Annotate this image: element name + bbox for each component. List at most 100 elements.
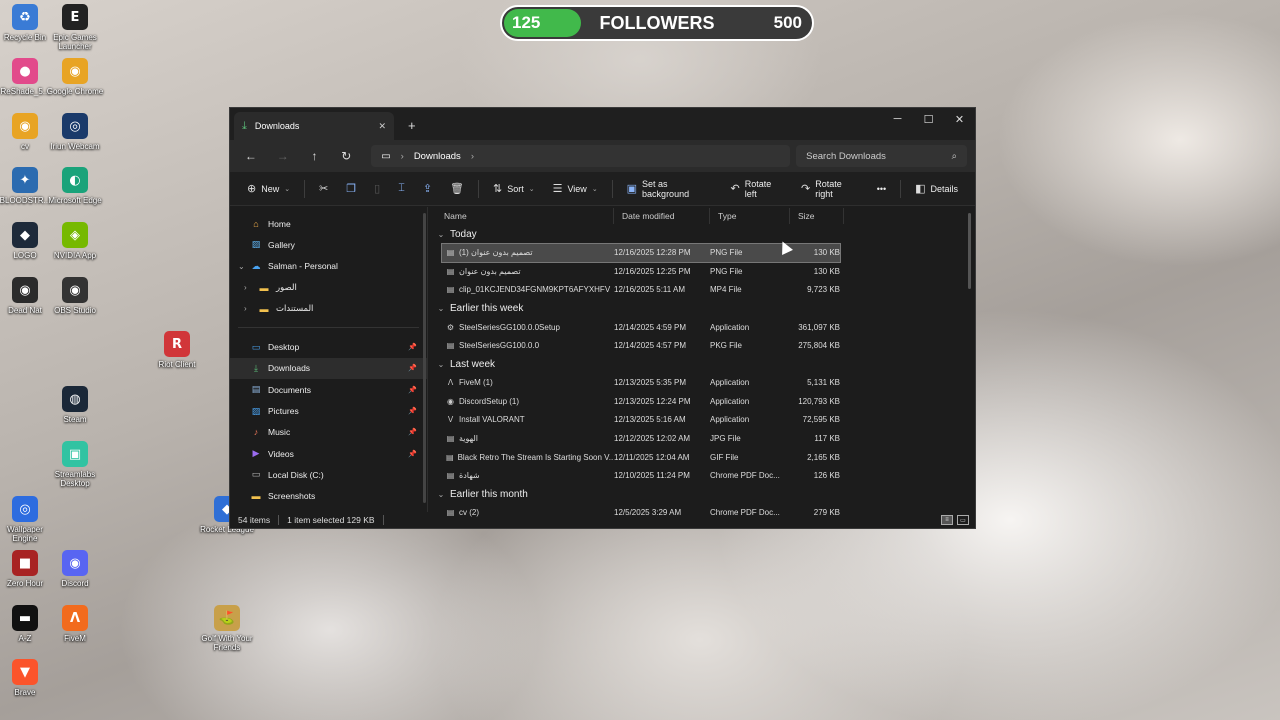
desktop-shortcut[interactable]: ⛳ Golf With Your Friends: [198, 605, 256, 652]
sort-button[interactable]: ⇅ Sort ⌄: [486, 177, 542, 201]
tab-downloads[interactable]: ⤓ Downloads ✕: [234, 112, 394, 140]
new-button[interactable]: ⊕ New ⌄: [240, 177, 297, 201]
desktop-shortcut[interactable]: ◉ Google Chrome: [46, 58, 104, 96]
tiles-view-icon[interactable]: ▭: [957, 515, 969, 525]
desktop-shortcut[interactable]: Λ FiveM: [46, 605, 104, 643]
desktop-shortcut[interactable]: ◐ Microsoft Edge: [46, 167, 104, 205]
file-row[interactable]: ▤ SteelSeriesGG100.0.0 12/14/2025 4:57 PM P…: [442, 336, 840, 355]
share-button[interactable]: ⇪: [416, 177, 439, 201]
address-bar[interactable]: ▭ › Downloads ›: [371, 145, 791, 167]
nav-local-disk[interactable]: ▭ Local Disk (C:): [230, 464, 427, 485]
refresh-icon[interactable]: ↻: [333, 149, 359, 163]
view-button[interactable]: ☰ View ⌄: [546, 177, 605, 201]
nav-documents[interactable]: ▤ Documents 📌: [230, 379, 427, 400]
search-input[interactable]: Search Downloads ⌕: [796, 145, 967, 167]
nav-screenshots[interactable]: ▬ Screenshots: [230, 486, 427, 507]
details-button[interactable]: ◧ Details: [908, 177, 965, 201]
forward-arrow-icon[interactable]: →: [270, 149, 296, 163]
desktop-shortcut[interactable]: ◉ Discord: [46, 550, 104, 588]
new-tab-button[interactable]: +: [408, 118, 416, 133]
nav-folder-pictures-ar[interactable]: › ▬ الصور: [230, 277, 427, 298]
desktop-shortcut[interactable]: ▣ Streamlabs Desktop: [46, 441, 104, 488]
nav-desktop[interactable]: ▭ Desktop 📌: [230, 336, 427, 357]
up-arrow-icon[interactable]: ↑: [302, 149, 328, 163]
nav-onedrive[interactable]: ⌄ ☁ Salman - Personal: [230, 256, 427, 277]
file-row[interactable]: ◉ DiscordSetup (1) 12/13/2025 12:24 PM Appl…: [442, 392, 840, 411]
column-name[interactable]: Name: [436, 208, 614, 224]
rotate-left-button[interactable]: ↶ Rotate left: [724, 177, 790, 201]
documents-icon: ▤: [251, 384, 261, 395]
back-arrow-icon[interactable]: ←: [238, 149, 264, 163]
nav-scrollbar[interactable]: [423, 213, 426, 503]
nav-videos[interactable]: ▶ Videos 📌: [230, 443, 427, 464]
breadcrumb-downloads[interactable]: Downloads: [414, 151, 461, 162]
rename-button[interactable]: ⌶: [391, 177, 412, 201]
file-size: 72,595 KB: [802, 415, 840, 425]
nav-gallery[interactable]: ▨ Gallery: [230, 234, 427, 255]
maximize-button[interactable]: ☐: [913, 108, 944, 130]
details-view-icon[interactable]: ≡: [941, 515, 953, 525]
close-tab-icon[interactable]: ✕: [378, 121, 386, 132]
app-icon: Λ: [62, 605, 88, 631]
file-row[interactable]: ⚙ SteelSeriesGG100.0.0Setup 12/14/2025 4:5…: [442, 318, 840, 337]
delete-button[interactable]: 🗑: [443, 177, 471, 201]
nav-videos-label: Videos: [268, 448, 294, 459]
videos-icon: ▶: [252, 448, 260, 459]
column-type[interactable]: Type: [710, 208, 790, 224]
column-size[interactable]: Size: [790, 208, 844, 224]
group-header[interactable]: ⌄ Last week: [436, 355, 975, 374]
close-window-button[interactable]: ✕: [944, 108, 975, 130]
nav-downloads[interactable]: ⤓ Downloads 📌: [230, 357, 427, 380]
nav-music[interactable]: ♪ Music 📌: [230, 422, 427, 443]
scissors-icon: ✂: [319, 183, 329, 195]
chevron-down-icon[interactable]: ⌄: [436, 490, 446, 499]
desktop-shortcut[interactable]: ◎ Wallpaper Engine: [0, 496, 54, 543]
file-name-cell: ⚙ SteelSeriesGG100.0.0Setup: [442, 323, 614, 332]
file-row[interactable]: ▤ clip_01KCJEND34FGNM9KPT6AFYXHFV 12/16/20…: [442, 281, 840, 300]
desktop-shortcut[interactable]: ◈ NVIDIA App: [46, 222, 104, 260]
file-row[interactable]: ▤ شهادة 12/10/2025 11:24 PM Chrome PDF Doc.…: [442, 466, 840, 485]
more-options-button[interactable]: •••: [870, 177, 893, 201]
desktop-shortcut[interactable]: ▼ Brave: [0, 659, 54, 697]
chevron-down-icon[interactable]: ⌄: [238, 262, 245, 271]
group-header[interactable]: ⌄ Earlier this week: [436, 299, 975, 318]
file-row[interactable]: ▤ Black Retro The Stream Is Starting Soon…: [442, 448, 840, 467]
paste-button[interactable]: ▯: [367, 177, 387, 201]
file-icon: ◉: [447, 396, 454, 406]
file-row[interactable]: ▤ الهوية 12/12/2025 12:02 AM JPG File 117 KB: [442, 429, 840, 448]
desktop-shortcut[interactable]: R Riot Client: [148, 331, 206, 369]
column-date-modified[interactable]: Date modified: [614, 208, 710, 224]
file-row[interactable]: V Install VALORANT 12/13/2025 5:16 AM Appli…: [442, 411, 840, 430]
minimize-button[interactable]: ─: [882, 108, 913, 130]
desktop-shortcut-label: Microsoft Edge: [48, 196, 102, 205]
desktop-shortcut[interactable]: ◎ Iriun Webcam: [46, 113, 104, 151]
file-row[interactable]: ▤ تصميم بدون عنوان 12/16/2025 12:25 PM PNG …: [442, 262, 840, 281]
chevron-down-icon[interactable]: ⌄: [436, 360, 446, 369]
rotate-right-label: Rotate right: [815, 178, 842, 199]
copy-icon: ❐: [346, 183, 357, 195]
title-bar: ⤓ Downloads ✕ + ─ ☐ ✕: [230, 108, 975, 140]
desktop-shortcut[interactable]: E Epic Games Launcher: [46, 4, 104, 51]
group-header[interactable]: ⌄ Today: [436, 225, 975, 244]
desktop-shortcut[interactable]: ◉ OBS Studio: [46, 277, 104, 315]
file-list-scrollbar[interactable]: [968, 213, 971, 289]
desktop-shortcut[interactable]: ◍ Steam: [46, 386, 104, 424]
nav-folder-documents-ar[interactable]: › ▬ المستندات: [230, 298, 427, 319]
chevron-right-icon[interactable]: ›: [244, 283, 247, 292]
chevron-down-icon[interactable]: ⌄: [436, 230, 446, 239]
copy-button[interactable]: ❐: [339, 177, 363, 201]
new-button-label: New: [261, 183, 280, 194]
nav-home[interactable]: ⌂ Home: [230, 213, 427, 234]
chevron-right-icon[interactable]: ›: [244, 304, 247, 313]
file-row[interactable]: Λ FiveM (1) 12/13/2025 5:35 PM Application 5…: [442, 373, 840, 392]
app-icon: ◉: [12, 277, 38, 303]
chevron-right-icon[interactable]: ›: [471, 151, 474, 162]
group-header[interactable]: ⌄ Earlier this month: [436, 485, 975, 504]
rotate-right-button[interactable]: ↷ Rotate right: [794, 177, 866, 201]
chevron-down-icon[interactable]: ⌄: [436, 304, 446, 313]
file-size: 361,097 KB: [798, 322, 840, 332]
set-as-background-button[interactable]: ▣ Set as background: [620, 177, 720, 201]
file-name-cell: Λ FiveM (1): [442, 378, 614, 387]
nav-pictures[interactable]: ▨ Pictures 📌: [230, 400, 427, 421]
cut-button[interactable]: ✂: [312, 177, 335, 201]
